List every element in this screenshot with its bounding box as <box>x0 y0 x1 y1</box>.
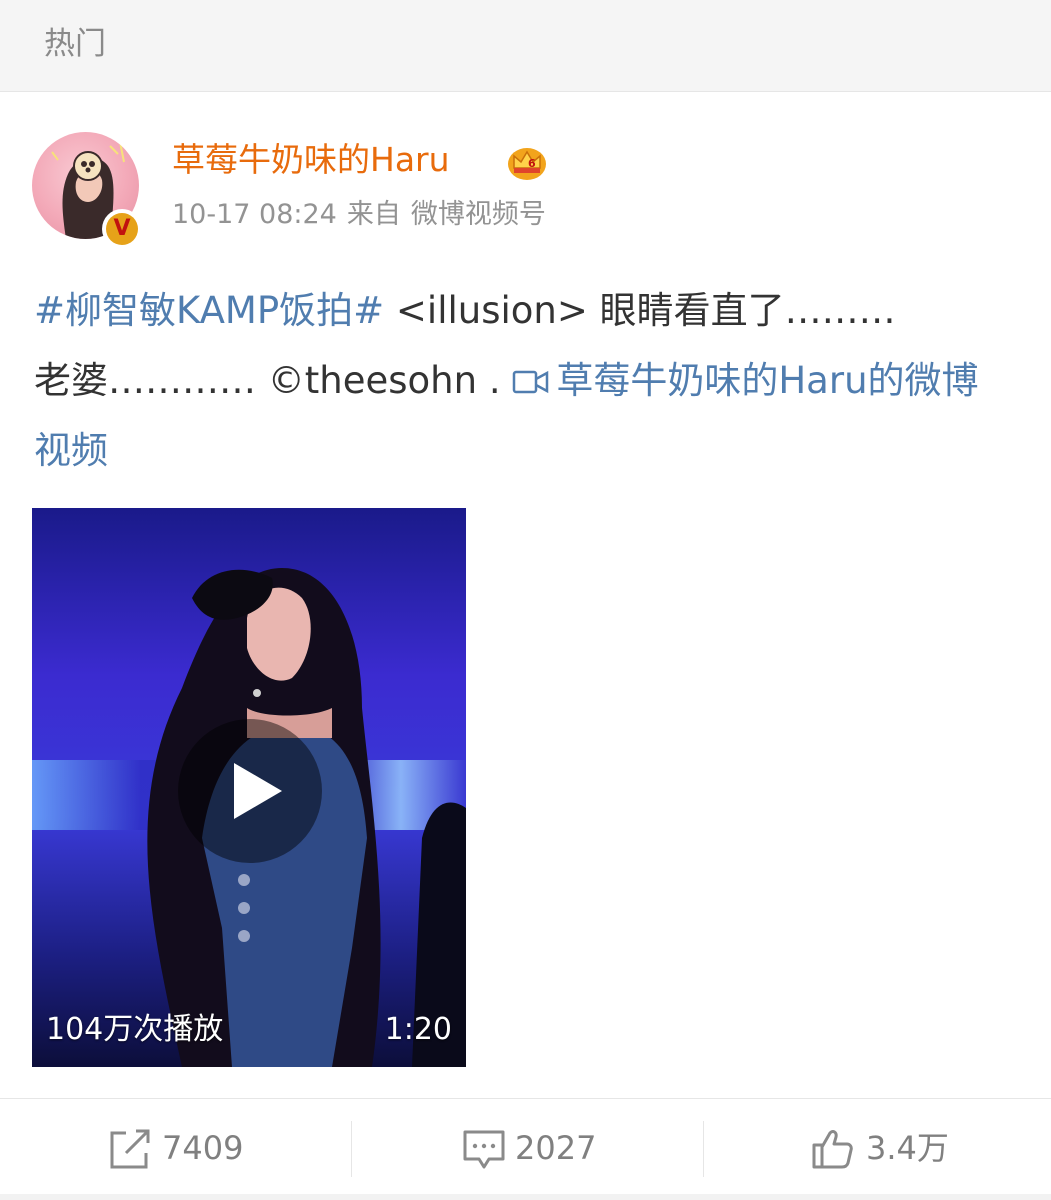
repost-button[interactable]: 7409 <box>0 1099 350 1199</box>
post-body-2: 老婆………… ©theesohn . <box>34 359 513 402</box>
section-label: 热门 <box>44 26 106 62</box>
play-icon <box>234 763 282 819</box>
post-body-1: <illusion> 眼睛看直了……… <box>384 289 896 332</box>
repost-icon <box>110 1129 150 1169</box>
repost-count: 7409 <box>162 1129 244 1167</box>
thumbs-up-icon <box>812 1130 853 1169</box>
svg-text:6: 6 <box>528 157 536 170</box>
source-prefix: 来自 <box>346 199 401 230</box>
post-header: V 草莓牛奶味的Haru 6 10-17 08:24 来自 微博视频号 <box>0 92 1051 252</box>
video-player[interactable]: 104万次播放 1:20 <box>32 508 466 1067</box>
video-duration: 1:20 <box>384 1012 452 1047</box>
comment-icon <box>463 1130 505 1169</box>
post-source[interactable]: 微博视频号 <box>411 199 546 230</box>
post-meta: 10-17 08:24 来自 微博视频号 <box>172 197 556 233</box>
bottom-divider <box>0 1194 1051 1200</box>
section-header: 热门 <box>0 0 1051 92</box>
weibo-page: 热门 V 草莓牛奶味的Haru 6 10-17 08:24 来自 微博视频号 #… <box>0 0 1051 1200</box>
post-text: #柳智敏KAMP饭拍# <illusion> 眼睛看直了……… 老婆………… ©t… <box>34 276 994 486</box>
hashtag-link[interactable]: #柳智敏KAMP饭拍# <box>34 289 384 332</box>
crown-icon: 6 <box>508 148 546 180</box>
like-count: 3.4万 <box>866 1129 949 1167</box>
verified-badge: V <box>102 209 142 249</box>
comment-count: 2027 <box>515 1129 597 1167</box>
username[interactable]: 草莓牛奶味的Haru <box>172 138 450 182</box>
post-timestamp: 10-17 08:24 <box>172 199 337 230</box>
video-camera-icon <box>513 370 549 394</box>
comment-button[interactable]: 2027 <box>352 1099 702 1199</box>
like-button[interactable]: 3.4万 <box>704 1099 1051 1199</box>
verified-v-icon: V <box>106 213 138 245</box>
play-button[interactable] <box>178 719 322 863</box>
action-bar: 7409 2027 3.4万 <box>0 1098 1051 1200</box>
view-count: 104万次播放 <box>46 1012 224 1047</box>
